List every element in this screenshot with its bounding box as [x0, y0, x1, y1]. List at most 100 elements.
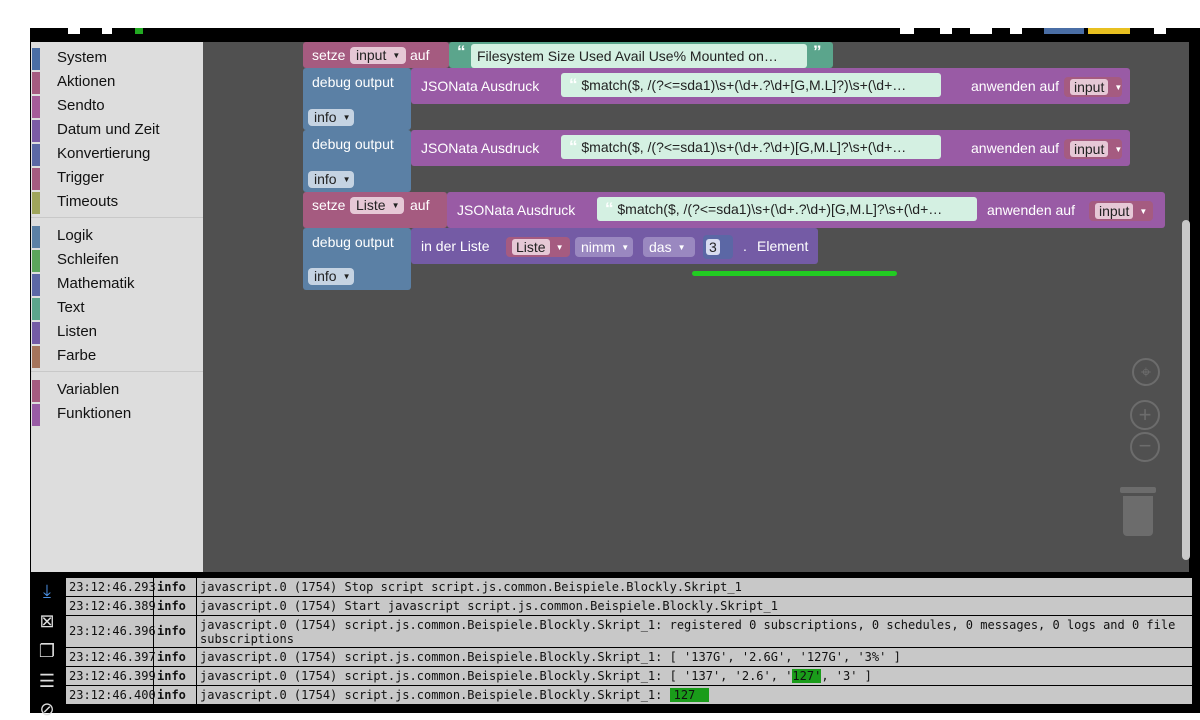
set-variable-block[interactable]: setze input ▼ auf: [303, 42, 449, 68]
toolbox-category-text[interactable]: Text: [31, 296, 203, 320]
category-color-bar: [32, 346, 40, 368]
log-level-dropdown[interactable]: info ▼: [308, 268, 354, 285]
variable-input-block[interactable]: input ▼: [1064, 139, 1122, 159]
regex-text-block[interactable]: “ $match($, /(?<=sda1)\s+(\d+.?\d+[G,M.L…: [561, 73, 941, 97]
jsonata-block[interactable]: JSONata Ausdruck “ $match($, /(?<=sda1)\…: [411, 68, 1130, 104]
trash-icon[interactable]: [1120, 487, 1156, 537]
index-number-block[interactable]: 3: [703, 235, 733, 259]
category-color-bar: [32, 48, 40, 70]
debug-output-label: debug output: [312, 234, 394, 250]
list-get-block[interactable]: in der Liste Liste ▼ nimm ▼ das ▼ 3 . Eleme…: [411, 228, 818, 264]
variable-dropdown[interactable]: Liste ▼: [350, 197, 404, 214]
category-color-bar: [32, 168, 40, 190]
where-dropdown[interactable]: das ▼: [643, 237, 695, 257]
category-label: Sendto: [57, 97, 105, 114]
jsonata-block[interactable]: JSONata Ausdruck “ $match($, /(?<=sda1)\…: [447, 192, 1165, 228]
category-color-bar: [32, 380, 40, 402]
log-time: 23:12:46.396: [65, 616, 156, 647]
debug-icon[interactable]: [1010, 28, 1022, 34]
check-icon[interactable]: [970, 28, 992, 34]
toolbox-category-datum-und-zeit[interactable]: Datum und Zeit: [31, 118, 203, 142]
chevron-down-icon: ▼: [391, 201, 400, 210]
top-toolbar: [30, 28, 1200, 42]
toolbox-category-konvertierung[interactable]: Konvertierung: [31, 142, 203, 166]
cancel-button[interactable]: [1088, 28, 1130, 34]
recenter-icon[interactable]: ⌖: [1132, 358, 1160, 386]
save-button[interactable]: [1044, 28, 1084, 34]
toolbox-category-mathematik[interactable]: Mathematik: [31, 272, 203, 296]
log-list-icon[interactable]: ☰: [36, 670, 58, 692]
run-icon[interactable]: [135, 28, 143, 34]
toolbox-category-system[interactable]: System: [31, 46, 203, 70]
fullscreen-icon[interactable]: [1154, 28, 1166, 34]
log-message: javascript.0 (1754) Start javascript scr…: [196, 597, 1192, 615]
toolbox-category-variablen[interactable]: Variablen: [31, 378, 203, 402]
toolbox-category-sendto[interactable]: Sendto: [31, 94, 203, 118]
regex-text-block[interactable]: “ $match($, /(?<=sda1)\s+(\d+.?\d+)[G,M.…: [561, 135, 941, 159]
category-color-bar: [32, 72, 40, 94]
log-time: 23:12:46.400: [65, 686, 156, 704]
log-level-dropdown[interactable]: info ▼: [308, 109, 354, 126]
category-color-bar: [32, 226, 40, 248]
highlighted-value: 127': [792, 669, 822, 683]
chevron-down-icon: ▼: [342, 113, 351, 122]
text-block[interactable]: “ Filesystem Size Used Avail Use% Mounte…: [449, 42, 833, 68]
variable-liste-block[interactable]: Liste ▼: [506, 237, 570, 257]
variable-input-block[interactable]: input ▼: [1064, 77, 1122, 97]
variable-dropdown[interactable]: input ▼: [350, 47, 406, 64]
toolbox-category-schleifen[interactable]: Schleifen: [31, 248, 203, 272]
hide-icon[interactable]: ⊘: [36, 698, 58, 720]
export-icon[interactable]: [900, 28, 914, 34]
toolbox-category-funktionen[interactable]: Funktionen: [31, 402, 203, 426]
clear-log-icon[interactable]: ⊠: [36, 610, 58, 632]
chevron-down-icon: ▼: [1114, 145, 1123, 154]
jsonata-block[interactable]: JSONata Ausdruck “ $match($, /(?<=sda1)\…: [411, 130, 1130, 166]
regex-text-block[interactable]: “ $match($, /(?<=sda1)\s+(\d+.?\d+)[G,M.…: [597, 197, 977, 221]
debug-output-block[interactable]: debug output info ▼: [303, 68, 411, 130]
log-level-dropdown[interactable]: info ▼: [308, 171, 354, 188]
vertical-scrollbar[interactable]: [1182, 220, 1190, 560]
category-label: Text: [57, 299, 85, 316]
settings-icon[interactable]: [68, 28, 80, 34]
log-message: javascript.0 (1754) script.js.common.Bei…: [196, 648, 1192, 666]
log-level: info: [153, 597, 196, 615]
toolbox-category-logik[interactable]: Logik: [31, 224, 203, 248]
variable-name: Liste: [356, 197, 386, 213]
toolbox-separator: [31, 371, 203, 372]
log-row: 23:12:46.396 info javascript.0 (1754) sc…: [65, 616, 1192, 647]
toolbox-category-aktionen[interactable]: Aktionen: [31, 70, 203, 94]
log-row: 23:12:46.389 info javascript.0 (1754) St…: [65, 597, 1192, 615]
variable-input-block[interactable]: input ▼: [1089, 201, 1153, 221]
log-level: info: [153, 667, 196, 685]
toolbox-category-farbe[interactable]: Farbe: [31, 344, 203, 368]
blockly-workspace[interactable]: setze input ▼ auf “ Filesystem Size Used …: [203, 42, 1189, 572]
copy-icon[interactable]: ❐: [36, 640, 58, 662]
category-label: Variablen: [57, 381, 120, 398]
toolbox-separator: [31, 217, 203, 218]
toolbox-category-listen[interactable]: Listen: [31, 320, 203, 344]
log-level-value: info: [314, 171, 337, 187]
toolbox-category-timeouts[interactable]: Timeouts: [31, 190, 203, 214]
scroll-down-icon[interactable]: ⤓: [36, 580, 58, 602]
text-value[interactable]: Filesystem Size Used Avail Use% Mounted …: [471, 44, 807, 68]
index-value[interactable]: 3: [706, 239, 720, 255]
debug-output-block[interactable]: debug output info ▼: [303, 130, 411, 192]
log-time: 23:12:46.389: [65, 597, 156, 615]
open-quote-icon: “: [457, 42, 466, 61]
mode-value: nimm: [581, 239, 616, 255]
mode-dropdown[interactable]: nimm ▼: [575, 237, 633, 257]
refresh-icon[interactable]: [102, 28, 112, 34]
zoom-in-icon[interactable]: +: [1130, 400, 1160, 430]
toolbox-category-trigger[interactable]: Trigger: [31, 166, 203, 190]
debug-output-block[interactable]: debug output info ▼: [303, 228, 411, 290]
element-label: Element: [757, 238, 809, 254]
set-variable-block[interactable]: setze Liste ▼ auf: [303, 192, 447, 228]
zoom-out-icon[interactable]: −: [1130, 432, 1160, 462]
log-message-text: javascript.0 (1754) script.js.common.Bei…: [200, 688, 670, 702]
chevron-down-icon: ▼: [392, 51, 401, 60]
category-color-bar: [32, 322, 40, 344]
anwenden-auf-label: anwenden auf: [971, 78, 1059, 94]
dot-label: .: [743, 238, 747, 254]
jsonata-label: JSONata Ausdruck: [457, 202, 576, 218]
import-icon[interactable]: [940, 28, 952, 34]
